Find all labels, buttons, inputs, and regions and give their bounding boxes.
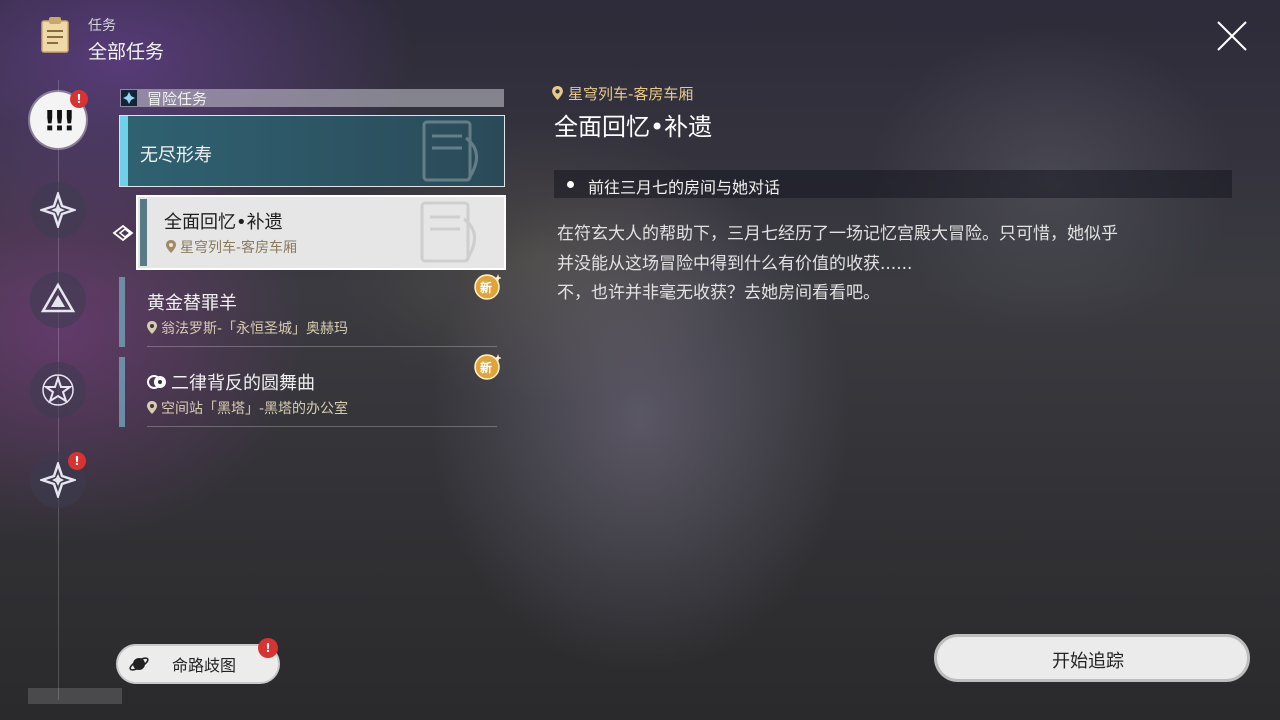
quest-title: 全面回忆•补遗 <box>164 212 283 233</box>
triangle-icon <box>40 282 76 313</box>
sidebar-item-event[interactable]: ! <box>30 452 86 508</box>
chapter-emblem-icon <box>422 120 478 182</box>
quest-description: 在符玄大人的帮助下，三月七经历了一场记忆宫殿大冒险。只可惜，她似乎 并没能从这场… <box>557 220 1237 309</box>
start-tracking-label: 开始追踪 <box>1052 651 1124 672</box>
new-badge-label: 新 <box>480 281 493 295</box>
location-pin-icon <box>147 401 157 414</box>
divider <box>147 346 497 347</box>
exclamation-icon: !!! <box>43 103 75 137</box>
accent-bar <box>119 357 125 427</box>
section-label: 冒险任务 <box>147 90 208 108</box>
detail-location: 星穹列车-客房车厢 <box>552 83 693 104</box>
sidebar-item-companion[interactable] <box>30 182 86 238</box>
quest-emblem-icon <box>420 201 476 263</box>
accent-bar <box>119 277 125 347</box>
quest-location: 翁法罗斯-「永恒圣城」奥赫玛 <box>147 318 348 338</box>
quest-item[interactable]: 二律背反的圆舞曲 空间站「黑塔」-黑塔的办公室 新 <box>119 354 502 427</box>
quest-location: 空间站「黑塔」-黑塔的办公室 <box>147 398 348 418</box>
quest-title: 二律背反的圆舞曲 <box>147 369 315 395</box>
page-title: 全部任务 <box>88 41 165 63</box>
selection-arrow-icon <box>112 222 134 244</box>
detail-title: 全面回忆•补遗 <box>554 113 713 141</box>
alert-badge: ! <box>70 90 88 108</box>
header-subtitle: 任务 <box>88 18 116 34</box>
sidebar-item-daily[interactable] <box>30 362 86 418</box>
location-pin-icon <box>147 321 157 334</box>
objective-bullet <box>567 181 574 188</box>
divider <box>147 426 497 427</box>
quest-title: 黄金替罪羊 <box>147 293 237 314</box>
accent-bar <box>140 199 147 266</box>
alert-badge: ! <box>258 638 278 658</box>
clipboard-icon <box>40 16 70 54</box>
companion-quest-icon <box>147 375 166 389</box>
description-line: 并没能从这场冒险中得到什么有价值的收获...... <box>557 253 913 274</box>
alert-badge: ! <box>68 452 86 470</box>
description-line: 不，也许并非毫无收获？去她房间看看吧。 <box>557 283 880 303</box>
sidebar-item-trailblaze[interactable]: !!! ! <box>30 90 88 148</box>
location-pin-icon <box>166 240 176 253</box>
quest-chapter-header[interactable]: 无尽形寿 <box>119 115 505 187</box>
new-badge: 新 <box>473 353 502 381</box>
close-icon[interactable] <box>1214 18 1250 54</box>
sidebar-item-adventure[interactable] <box>30 272 86 328</box>
quest-item[interactable]: 黄金替罪羊 翁法罗斯-「永恒圣城」奥赫玛 新 <box>119 274 502 347</box>
quest-location: 星穹列车-客房车厢 <box>166 237 297 257</box>
path-map-label: 命路歧图 <box>172 656 237 675</box>
star-icon <box>42 374 74 406</box>
accent-bar <box>120 116 128 186</box>
diamond-star-icon <box>40 192 76 228</box>
adventure-section-icon <box>121 90 137 106</box>
planet-icon <box>129 657 149 671</box>
description-line: 在符玄大人的帮助下，三月七经历了一场记忆宫殿大冒险。只可惜，她似乎 <box>557 224 1118 244</box>
new-badge: 新 <box>473 273 502 301</box>
new-badge-label: 新 <box>480 361 493 375</box>
location-pin-icon <box>552 86 563 100</box>
quest-title: 无尽形寿 <box>140 145 212 166</box>
uid-blur <box>28 688 122 704</box>
quest-item-selected[interactable]: 全面回忆•补遗 星穹列车-客房车厢 <box>136 195 506 270</box>
objective-text: 前往三月七的房间与她对话 <box>588 178 781 197</box>
